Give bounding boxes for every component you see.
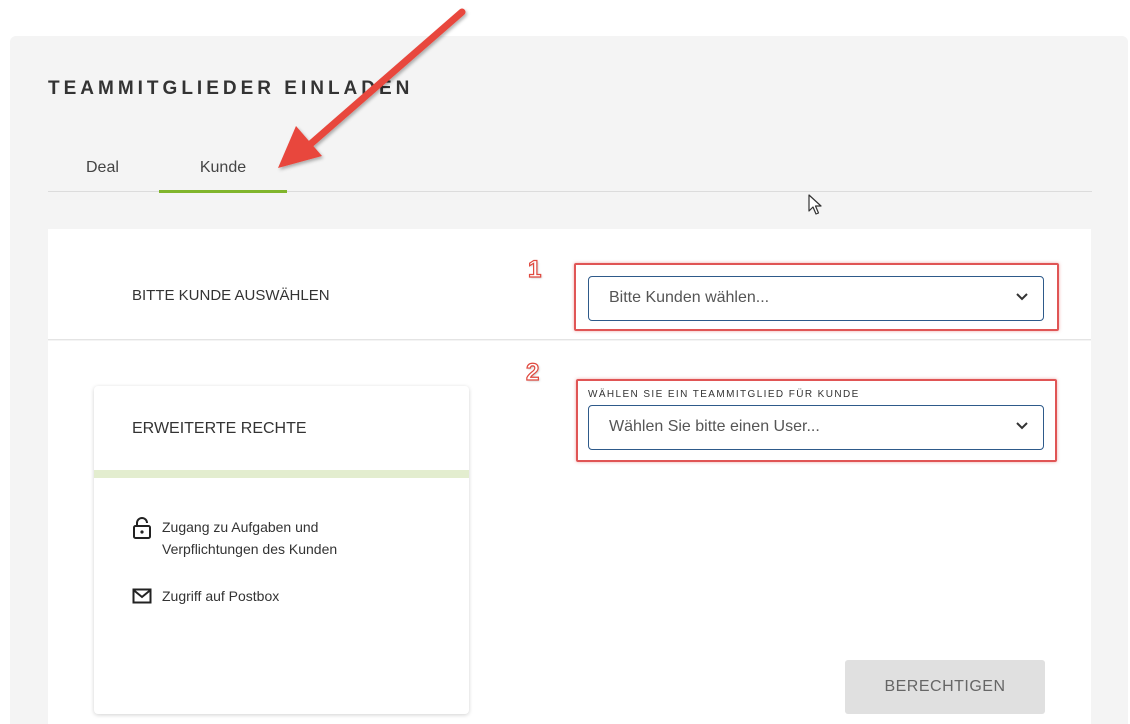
- permission-text: Zugriff auf Postbox: [162, 588, 280, 604]
- tab-bar: Deal Kunde: [48, 150, 1092, 193]
- tab-kunde[interactable]: Kunde: [159, 150, 287, 193]
- berechtigen-button[interactable]: BERECHTIGEN: [845, 660, 1045, 714]
- permission-text-line2: Verpflichtungen des Kunden: [162, 541, 338, 557]
- card-title: ERWEITERTE RECHTE: [132, 420, 307, 437]
- page-title: TEAMMITGLIEDER EINLADEN: [48, 78, 414, 99]
- mouse-cursor-icon: [808, 194, 822, 215]
- annotation-marker-1: 1: [527, 255, 542, 283]
- customer-label: BITTE KUNDE AUSWÄHLEN: [132, 287, 330, 304]
- permission-item-postbox: Zugriff auf Postbox: [132, 585, 279, 607]
- page: TEAMMITGLIEDER EINLADEN Deal Kunde BITTE…: [0, 0, 1130, 724]
- mail-icon: [132, 588, 152, 604]
- permission-text-line1: Zugang zu Aufgaben und: [162, 519, 319, 535]
- tab-deal[interactable]: Deal: [68, 150, 158, 192]
- card-divider: [94, 470, 469, 478]
- highlight-box-2: [576, 379, 1057, 462]
- permission-item-tasks: Zugang zu Aufgaben und Verpflichtungen d…: [132, 516, 337, 560]
- annotation-marker-2: 2: [525, 358, 540, 386]
- lock-icon: [133, 517, 151, 539]
- highlight-box-1: [574, 263, 1059, 331]
- extended-rights-card: ERWEITERTE RECHTE Zugang zu Aufgaben und…: [94, 386, 469, 714]
